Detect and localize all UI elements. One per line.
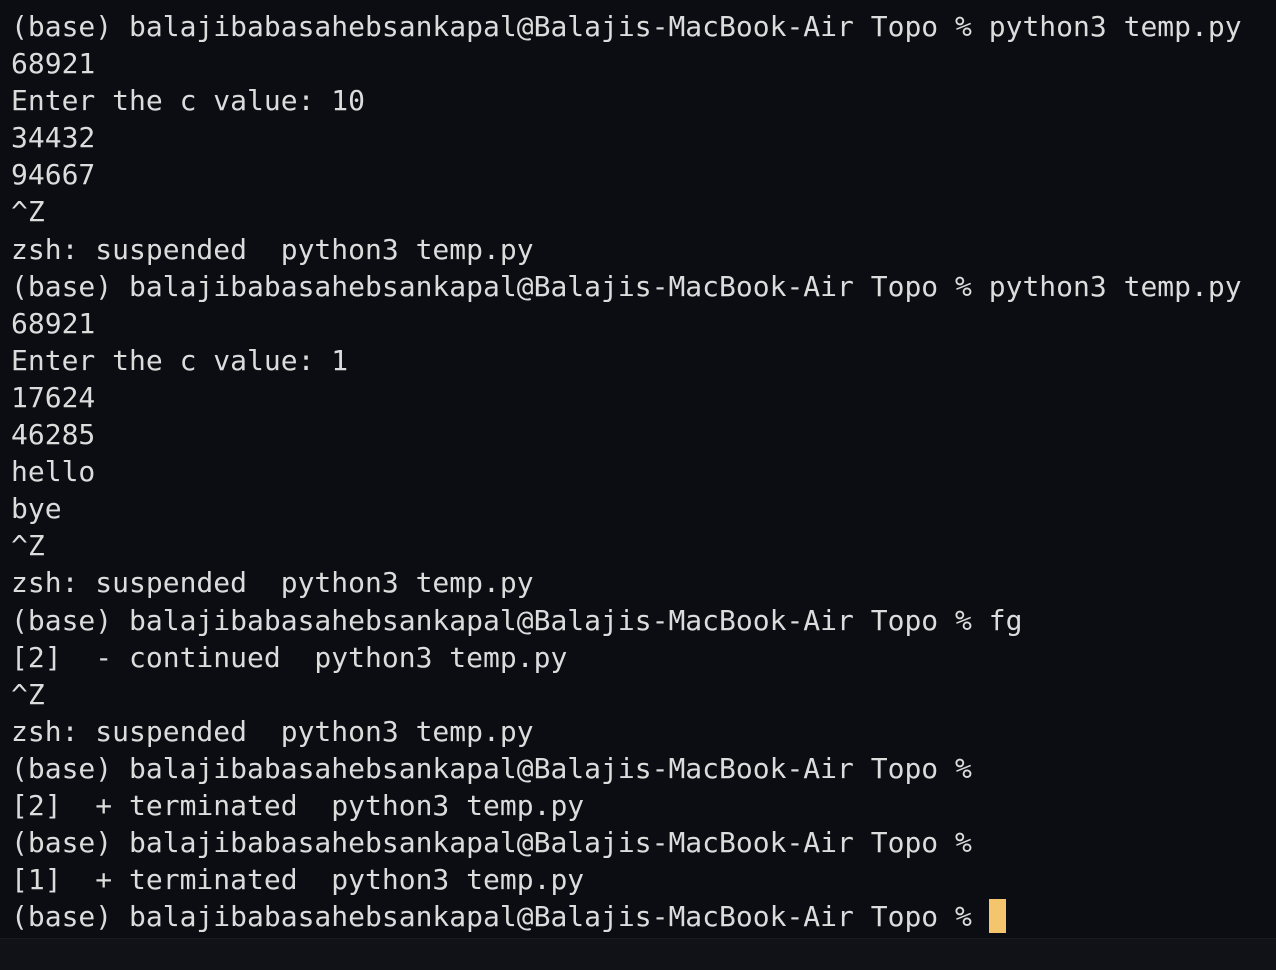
output-line: zsh: suspended python3 temp.py bbox=[11, 714, 534, 748]
output-line: [1] + terminated python3 temp.py bbox=[11, 863, 585, 897]
output-line: bye bbox=[11, 492, 62, 526]
command-input-line[interactable]: (base) balajibabasahebsankapal@Balajis-M… bbox=[11, 898, 1276, 935]
output-line: ^Z bbox=[11, 677, 45, 711]
output-line: hello bbox=[11, 455, 96, 489]
output-line: zsh: suspended python3 temp.py bbox=[11, 232, 534, 266]
output-line: 68921 bbox=[11, 306, 96, 340]
text-cursor bbox=[988, 899, 1006, 934]
output-line: ^Z bbox=[11, 529, 45, 563]
output-line: 34432 bbox=[11, 121, 96, 155]
terminal-window[interactable]: (base) balajibabasahebsankapal@Balajis-M… bbox=[0, 0, 1276, 938]
output-line: (base) balajibabasahebsankapal@Balajis-M… bbox=[11, 269, 1242, 303]
output-line: (base) balajibabasahebsankapal@Balajis-M… bbox=[11, 751, 972, 785]
shell-prompt: (base) balajibabasahebsankapal@Balajis-M… bbox=[11, 900, 989, 934]
output-line: [2] - continued python3 temp.py bbox=[11, 640, 568, 674]
output-line: [2] + terminated python3 temp.py bbox=[11, 788, 585, 822]
output-line: 17624 bbox=[11, 380, 96, 414]
output-line: Enter the c value: 1 bbox=[11, 343, 349, 377]
output-line: Enter the c value: 10 bbox=[11, 84, 366, 118]
output-line: ^Z bbox=[11, 195, 45, 229]
output-line: 46285 bbox=[11, 418, 96, 452]
output-line: (base) balajibabasahebsankapal@Balajis-M… bbox=[11, 826, 972, 860]
output-line: (base) balajibabasahebsankapal@Balajis-M… bbox=[11, 10, 1242, 43]
output-line: 68921 bbox=[11, 47, 96, 81]
output-line: 94667 bbox=[11, 158, 96, 192]
window-bottom-bar bbox=[0, 938, 1276, 970]
output-line: (base) balajibabasahebsankapal@Balajis-M… bbox=[11, 603, 1023, 637]
output-line: zsh: suspended python3 temp.py bbox=[11, 566, 534, 600]
